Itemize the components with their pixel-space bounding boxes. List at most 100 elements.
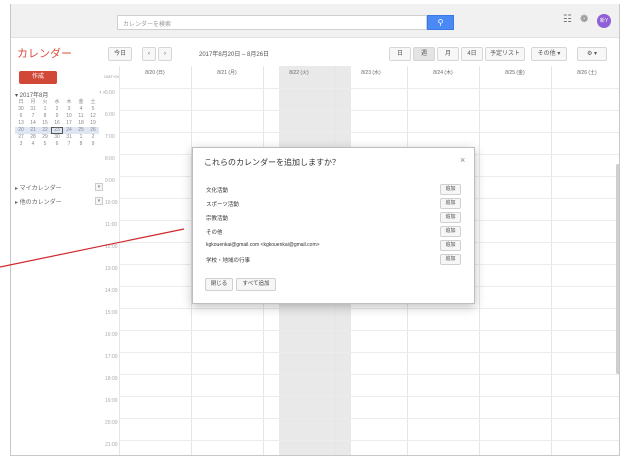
view-day-button[interactable]: 日 <box>389 47 411 61</box>
add-all-button[interactable]: すべて追加 <box>236 278 276 291</box>
mini-calendar-day[interactable]: 6 <box>51 141 63 148</box>
close-icon[interactable]: × <box>460 155 465 165</box>
apps-grid-icon[interactable]: ☷ <box>563 14 572 25</box>
create-button[interactable]: 作成 <box>19 71 57 84</box>
mini-calendar-day[interactable]: 18 <box>75 120 87 127</box>
mini-calendar-day[interactable]: 12 <box>87 113 99 120</box>
day-column-header[interactable]: 8/23 (水) <box>335 66 407 80</box>
mini-calendar-day[interactable]: 31 <box>63 134 75 141</box>
mini-calendar-day[interactable]: 22 <box>39 127 51 134</box>
hour-row-line <box>119 418 619 419</box>
next-week-button[interactable]: › <box>158 47 172 61</box>
mini-calendar-day[interactable]: 27 <box>15 134 27 141</box>
mini-calendar-day[interactable]: 1 <box>39 106 51 113</box>
app-title: カレンダー <box>17 48 72 60</box>
view-agenda-button[interactable]: 予定リスト <box>485 47 525 61</box>
day-column-header[interactable]: 8/21 (月) <box>191 66 263 80</box>
add-calendar-button[interactable]: 追加 <box>440 226 461 237</box>
mini-calendar-day[interactable]: 30 <box>51 134 63 141</box>
mini-calendar-day[interactable]: 5 <box>87 106 99 113</box>
mini-calendar-day[interactable]: 8 <box>75 141 87 148</box>
mini-calendar-day[interactable]: 21 <box>27 127 39 134</box>
dialog-close-button[interactable]: 閉じる <box>205 278 233 291</box>
add-calendar-button[interactable]: 追加 <box>440 184 461 195</box>
mini-calendar: ▾ 2017年8月 ‹ › 日月火水木金土 30 31 1 2 3 4 5 6 7 8 9 10 11 12… <box>15 90 107 148</box>
mini-calendar-day[interactable]: 11 <box>75 113 87 120</box>
add-calendar-button[interactable]: 追加 <box>440 254 461 265</box>
column-divider <box>551 66 552 455</box>
column-divider <box>479 66 480 455</box>
mini-calendar-day[interactable]: 7 <box>63 141 75 148</box>
view-month-button[interactable]: 月 <box>437 47 459 61</box>
mini-calendar-day[interactable]: 4 <box>75 106 87 113</box>
calendar-name: 学校・地域の行事 <box>206 258 251 264</box>
mini-calendar-day[interactable]: 17 <box>63 120 75 127</box>
hour-label: 6:00 <box>105 112 115 118</box>
add-calendar-button[interactable]: 追加 <box>440 212 461 223</box>
hour-label: 18:00 <box>105 376 118 382</box>
calendar-name: スポーツ活動 <box>206 202 239 208</box>
search-button[interactable]: ⚲ <box>427 15 454 30</box>
mini-calendar-day[interactable]: 14 <box>27 120 39 127</box>
calendar-name: kgkouenkai@gmail.com <kgkouenkai@gmail.c… <box>206 242 320 248</box>
day-column-header[interactable]: 8/20 (日) <box>119 66 191 80</box>
mini-calendar-day[interactable]: 16 <box>51 120 63 127</box>
mini-calendar-day[interactable]: 20 <box>15 127 27 134</box>
mini-calendar-day[interactable]: 9 <box>87 141 99 148</box>
day-column-header[interactable]: 8/26 (土) <box>551 66 619 80</box>
mini-calendar-day[interactable]: 29 <box>39 134 51 141</box>
more-button[interactable]: その他 ▾ <box>531 47 567 61</box>
grid-scrollbar[interactable] <box>616 164 619 374</box>
dialog-title: これらのカレンダーを追加しますか？ <box>204 158 340 167</box>
mini-calendar-day[interactable]: 19 <box>87 120 99 127</box>
prev-week-button[interactable]: ‹ <box>142 47 156 61</box>
hour-label: 17:00 <box>105 354 118 360</box>
mini-calendar-day[interactable]: 9 <box>51 113 63 120</box>
mini-calendar-day[interactable]: 3 <box>63 106 75 113</box>
mini-calendar-day[interactable]: 1 <box>75 134 87 141</box>
mini-calendar-day[interactable]: 30 <box>15 106 27 113</box>
mini-calendar-day[interactable]: 13 <box>15 120 27 127</box>
view-week-button[interactable]: 週 <box>413 47 435 61</box>
mini-calendar-day[interactable]: 25 <box>75 127 87 134</box>
hour-label: 12:00 <box>105 244 118 250</box>
mini-calendar-day[interactable]: 31 <box>27 106 39 113</box>
other-calendars-menu-icon[interactable]: ▾ <box>95 197 103 205</box>
mini-calendar-day[interactable]: 10 <box>63 113 75 120</box>
hour-label: 19:00 <box>105 398 118 404</box>
mini-calendar-day[interactable]: 26 <box>87 127 99 134</box>
other-calendars-toggle[interactable]: ▸ 他のカレンダー <box>15 197 62 206</box>
mini-calendar-day[interactable]: 23 <box>51 127 63 134</box>
settings-button[interactable]: ⚙ ▾ <box>577 47 607 61</box>
mini-calendar-day[interactable]: 7 <box>27 113 39 120</box>
view-4day-button[interactable]: 4日 <box>461 47 483 61</box>
day-column-header[interactable]: 8/25 (金) <box>479 66 551 80</box>
search-input[interactable]: カレンダーを検索 <box>117 15 427 30</box>
mini-calendar-day[interactable]: 15 <box>39 120 51 127</box>
mini-calendar-day[interactable]: 8 <box>39 113 51 120</box>
mini-calendar-weekday: 日 <box>18 99 24 105</box>
today-button[interactable]: 今日 <box>108 47 132 61</box>
notifications-icon[interactable]: ❁ <box>580 14 588 25</box>
hour-row-line <box>119 330 619 331</box>
hour-label: 16:00 <box>105 332 118 338</box>
gmt-label: GMT+09 <box>104 74 120 79</box>
mini-calendar-title[interactable]: ▾ 2017年8月 <box>15 93 48 99</box>
mini-calendar-day[interactable]: 24 <box>63 127 75 134</box>
mini-calendar-day[interactable]: 6 <box>15 113 27 120</box>
day-column-header[interactable]: 8/24 (木) <box>407 66 479 80</box>
mini-calendar-day[interactable]: 2 <box>51 106 63 113</box>
avatar[interactable]: 新Y <box>597 14 611 28</box>
date-range-label: 2017年8月20日 – 8月26日 <box>199 52 270 58</box>
day-column-header[interactable]: 8/22 (火) <box>263 66 335 80</box>
mini-calendar-day[interactable]: 3 <box>15 141 27 148</box>
mini-calendar-day[interactable]: 5 <box>39 141 51 148</box>
my-calendars-menu-icon[interactable]: ▾ <box>95 183 103 191</box>
my-calendars-toggle[interactable]: ▸ マイカレンダー <box>15 183 62 192</box>
mini-calendar-day[interactable]: 28 <box>27 134 39 141</box>
add-calendar-button[interactable]: 追加 <box>440 198 461 209</box>
mini-calendar-day[interactable]: 2 <box>87 134 99 141</box>
add-calendar-button[interactable]: 追加 <box>440 240 461 251</box>
hour-label: 11:00 <box>105 222 118 228</box>
mini-calendar-day[interactable]: 4 <box>27 141 39 148</box>
